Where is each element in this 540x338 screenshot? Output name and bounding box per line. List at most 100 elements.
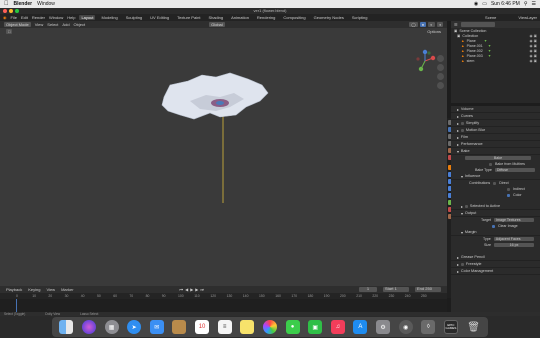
blender-dock-icon[interactable]: ◉ — [398, 320, 413, 334]
siri-icon[interactable] — [81, 320, 96, 334]
blender-logo-icon[interactable]: ◉ — [3, 15, 7, 20]
workspace-tab-modeling[interactable]: Modeling — [99, 15, 119, 20]
launchpad-icon[interactable]: ▦ — [104, 320, 119, 334]
viewport-menu-view[interactable]: View — [35, 22, 44, 27]
timeline-menu-keying[interactable]: Keying — [28, 287, 40, 292]
mail-icon[interactable]: ✉ — [149, 320, 164, 334]
timeline-menu-marker[interactable]: Marker — [61, 287, 73, 292]
perspective-grid-icon[interactable] — [437, 82, 444, 89]
section-selected-to-active[interactable]: ▸ Selected to Active — [451, 203, 540, 210]
end-frame-field[interactable]: End 250 — [415, 287, 441, 292]
safari-icon[interactable]: ➤ — [127, 320, 142, 334]
outliner-row-stem[interactable]: ▲ stem ◉ ▣ — [451, 58, 540, 63]
playhead[interactable] — [16, 299, 17, 312]
jump-end-icon[interactable]: ⏭ — [200, 287, 204, 292]
gizmo-z-axis-icon[interactable] — [422, 49, 428, 55]
workspace-tab-animation[interactable]: Animation — [229, 15, 251, 20]
selected-to-active-checkbox[interactable] — [464, 204, 468, 208]
wifi-icon[interactable]: ◉ — [474, 1, 478, 7]
app-store-icon[interactable]: A — [353, 320, 368, 334]
margin-type-dropdown[interactable]: Adjacent Faces — [493, 236, 534, 242]
section-volume[interactable]: ▸ Volume — [451, 106, 540, 113]
section-color-management[interactable]: ▸ Color Management — [451, 268, 540, 275]
outliner-filter-icon[interactable]: ☰ — [454, 22, 458, 27]
finder-icon[interactable] — [59, 320, 74, 334]
indirect-checkbox[interactable] — [507, 187, 510, 191]
gizmo-x-axis-icon[interactable] — [430, 55, 436, 61]
battery-icon[interactable]: ▭ — [482, 1, 487, 7]
prev-keyframe-icon[interactable]: ◀ — [185, 287, 188, 292]
zoom-icon[interactable] — [437, 55, 444, 62]
target-dropdown[interactable]: Image Textures — [494, 217, 534, 223]
view-layer-selector[interactable]: ViewLayer — [518, 15, 537, 20]
section-margin[interactable]: ▾ Margin — [451, 229, 540, 236]
timeline-menu-view[interactable]: View — [46, 287, 55, 292]
mac-app-name[interactable]: Blender — [14, 1, 33, 7]
properties-editor[interactable]: ▸ Volume ▸ Curves ▸ Simplify ▸ Motion Blur ▸… — [451, 106, 540, 312]
menu-file[interactable]: File — [11, 15, 17, 20]
pan-hand-icon[interactable] — [437, 64, 444, 71]
visibility-eye-icon[interactable]: ◉ ▣ — [529, 54, 540, 58]
section-freestyle[interactable]: ▸ Freestyle — [451, 261, 540, 268]
minimize-window-button[interactable] — [9, 9, 13, 13]
workspace-tab-layout[interactable]: Layout — [79, 15, 96, 20]
visibility-eye-icon[interactable]: ◉ ▣ — [529, 34, 540, 38]
solid-shading-icon[interactable]: ● — [419, 22, 427, 27]
section-output[interactable]: ▾ Output — [451, 210, 540, 217]
section-curves[interactable]: ▸ Curves — [451, 113, 540, 120]
viewport-menu-object[interactable]: Object — [74, 22, 86, 27]
visibility-eye-icon[interactable]: ◉ ▣ — [529, 39, 540, 43]
direct-checkbox[interactable] — [493, 181, 497, 185]
workspace-tab-geometry-nodes[interactable]: Geometry Nodes — [312, 15, 346, 20]
menu-help[interactable]: Help — [67, 15, 75, 20]
bake-button[interactable]: Bake — [465, 155, 531, 161]
section-performance[interactable]: ▸ Performance — [451, 141, 540, 148]
material-shading-icon[interactable]: ◐ — [428, 22, 435, 27]
play-icon[interactable]: ▶ — [190, 287, 193, 292]
section-motion-blur[interactable]: ▸ Motion Blur — [451, 127, 540, 134]
epic-games-icon[interactable]: EPIC GAMES — [443, 320, 458, 334]
viewport-menu-select[interactable]: Select — [47, 22, 58, 27]
wireframe-shading-icon[interactable]: ◯ — [409, 22, 418, 27]
flower-petals[interactable] — [161, 72, 269, 120]
section-grease-pencil[interactable]: ▸ Grease Pencil — [451, 254, 540, 261]
reminders-icon[interactable]: ≡ — [217, 320, 232, 334]
jump-start-icon[interactable]: ⏮ — [180, 287, 184, 292]
scene-selector[interactable]: Scene — [485, 15, 496, 20]
workspace-tab-shading[interactable]: Shading — [206, 15, 225, 20]
current-frame-field[interactable]: 1 — [359, 287, 377, 292]
stickies-icon[interactable] — [240, 320, 255, 334]
menu-edit[interactable]: Edit — [21, 15, 28, 20]
unity-icon[interactable]: ◊ — [421, 320, 436, 334]
workspace-tab-scripting[interactable]: Scripting — [350, 15, 370, 20]
outliner-search-input[interactable] — [460, 22, 495, 27]
simplify-checkbox[interactable] — [460, 121, 464, 125]
clear-image-checkbox[interactable] — [492, 224, 495, 228]
object-mode-dropdown[interactable]: Object Mode — [4, 22, 31, 27]
section-simplify[interactable]: ▸ Simplify — [451, 120, 540, 127]
3d-viewport[interactable]: Object Mode View Select Add Object Globa… — [0, 21, 447, 286]
select-box-icon[interactable]: □ — [6, 28, 13, 34]
section-film[interactable]: ▸ Film — [451, 134, 540, 141]
visibility-eye-icon[interactable]: ◉ ▣ — [529, 49, 540, 53]
visibility-eye-icon[interactable]: ◉ ▣ — [529, 44, 540, 48]
calendar-icon[interactable]: 10 — [195, 320, 210, 334]
control-center-icon[interactable]: ☰ — [532, 1, 536, 7]
bake-type-dropdown[interactable]: Diffuse — [494, 167, 535, 173]
workspace-tab-compositing[interactable]: Compositing — [281, 15, 307, 20]
timeline-menu-playback[interactable]: Playback — [6, 287, 22, 292]
timeline-editor[interactable]: Playback Keying View Marker ⏮ ◀ ▶ ▶ ⏭ 1 … — [0, 286, 447, 312]
outliner[interactable]: ☰ ▣ Scene Collection ▣ Collection ◉ ▣ ▲ … — [451, 21, 540, 103]
freestyle-checkbox[interactable] — [460, 262, 464, 266]
color-checkbox[interactable] — [507, 193, 510, 197]
visibility-eye-icon[interactable]: ◉ ▣ — [529, 59, 540, 63]
mac-menu-window[interactable]: Window — [37, 1, 55, 7]
workspace-tab-sculpting[interactable]: Sculpting — [124, 15, 144, 20]
viewport-options[interactable]: Options — [427, 29, 441, 34]
timeline-track[interactable] — [0, 299, 447, 312]
system-preferences-icon[interactable]: ⚙ — [376, 320, 391, 334]
close-window-button[interactable] — [3, 9, 7, 13]
messages-icon[interactable]: ● — [285, 320, 300, 334]
apple-icon[interactable]:  — [4, 1, 9, 7]
rendered-shading-icon[interactable]: ◑ — [436, 22, 443, 27]
